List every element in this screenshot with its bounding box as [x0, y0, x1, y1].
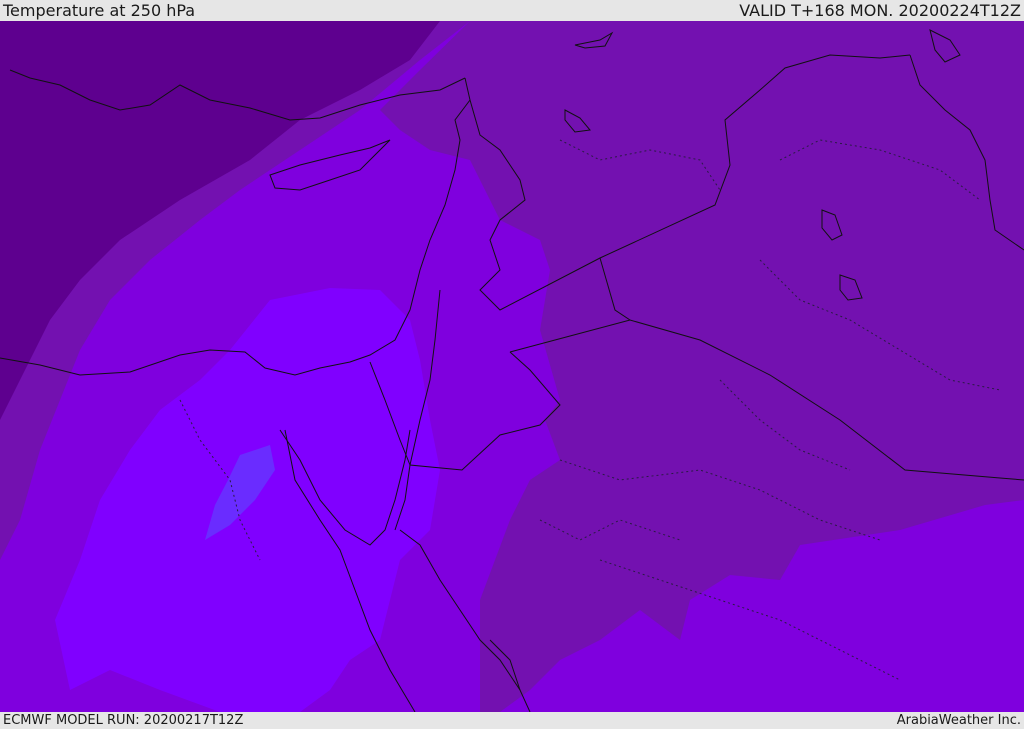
header-bar: Temperature at 250 hPa VALID T+168 MON. … [0, 0, 1024, 21]
model-run-label: ECMWF MODEL RUN: 20200217T12Z [3, 713, 244, 728]
credit-label: ArabiaWeather Inc. [896, 713, 1021, 728]
valid-time-label: VALID T+168 MON. 20200224T12Z [739, 1, 1021, 20]
temperature-map[interactable] [0, 21, 1024, 712]
footer-bar: ECMWF MODEL RUN: 20200217T12Z ArabiaWeat… [0, 712, 1024, 729]
map-panel[interactable] [0, 21, 1024, 712]
map-title: Temperature at 250 hPa [3, 1, 196, 20]
